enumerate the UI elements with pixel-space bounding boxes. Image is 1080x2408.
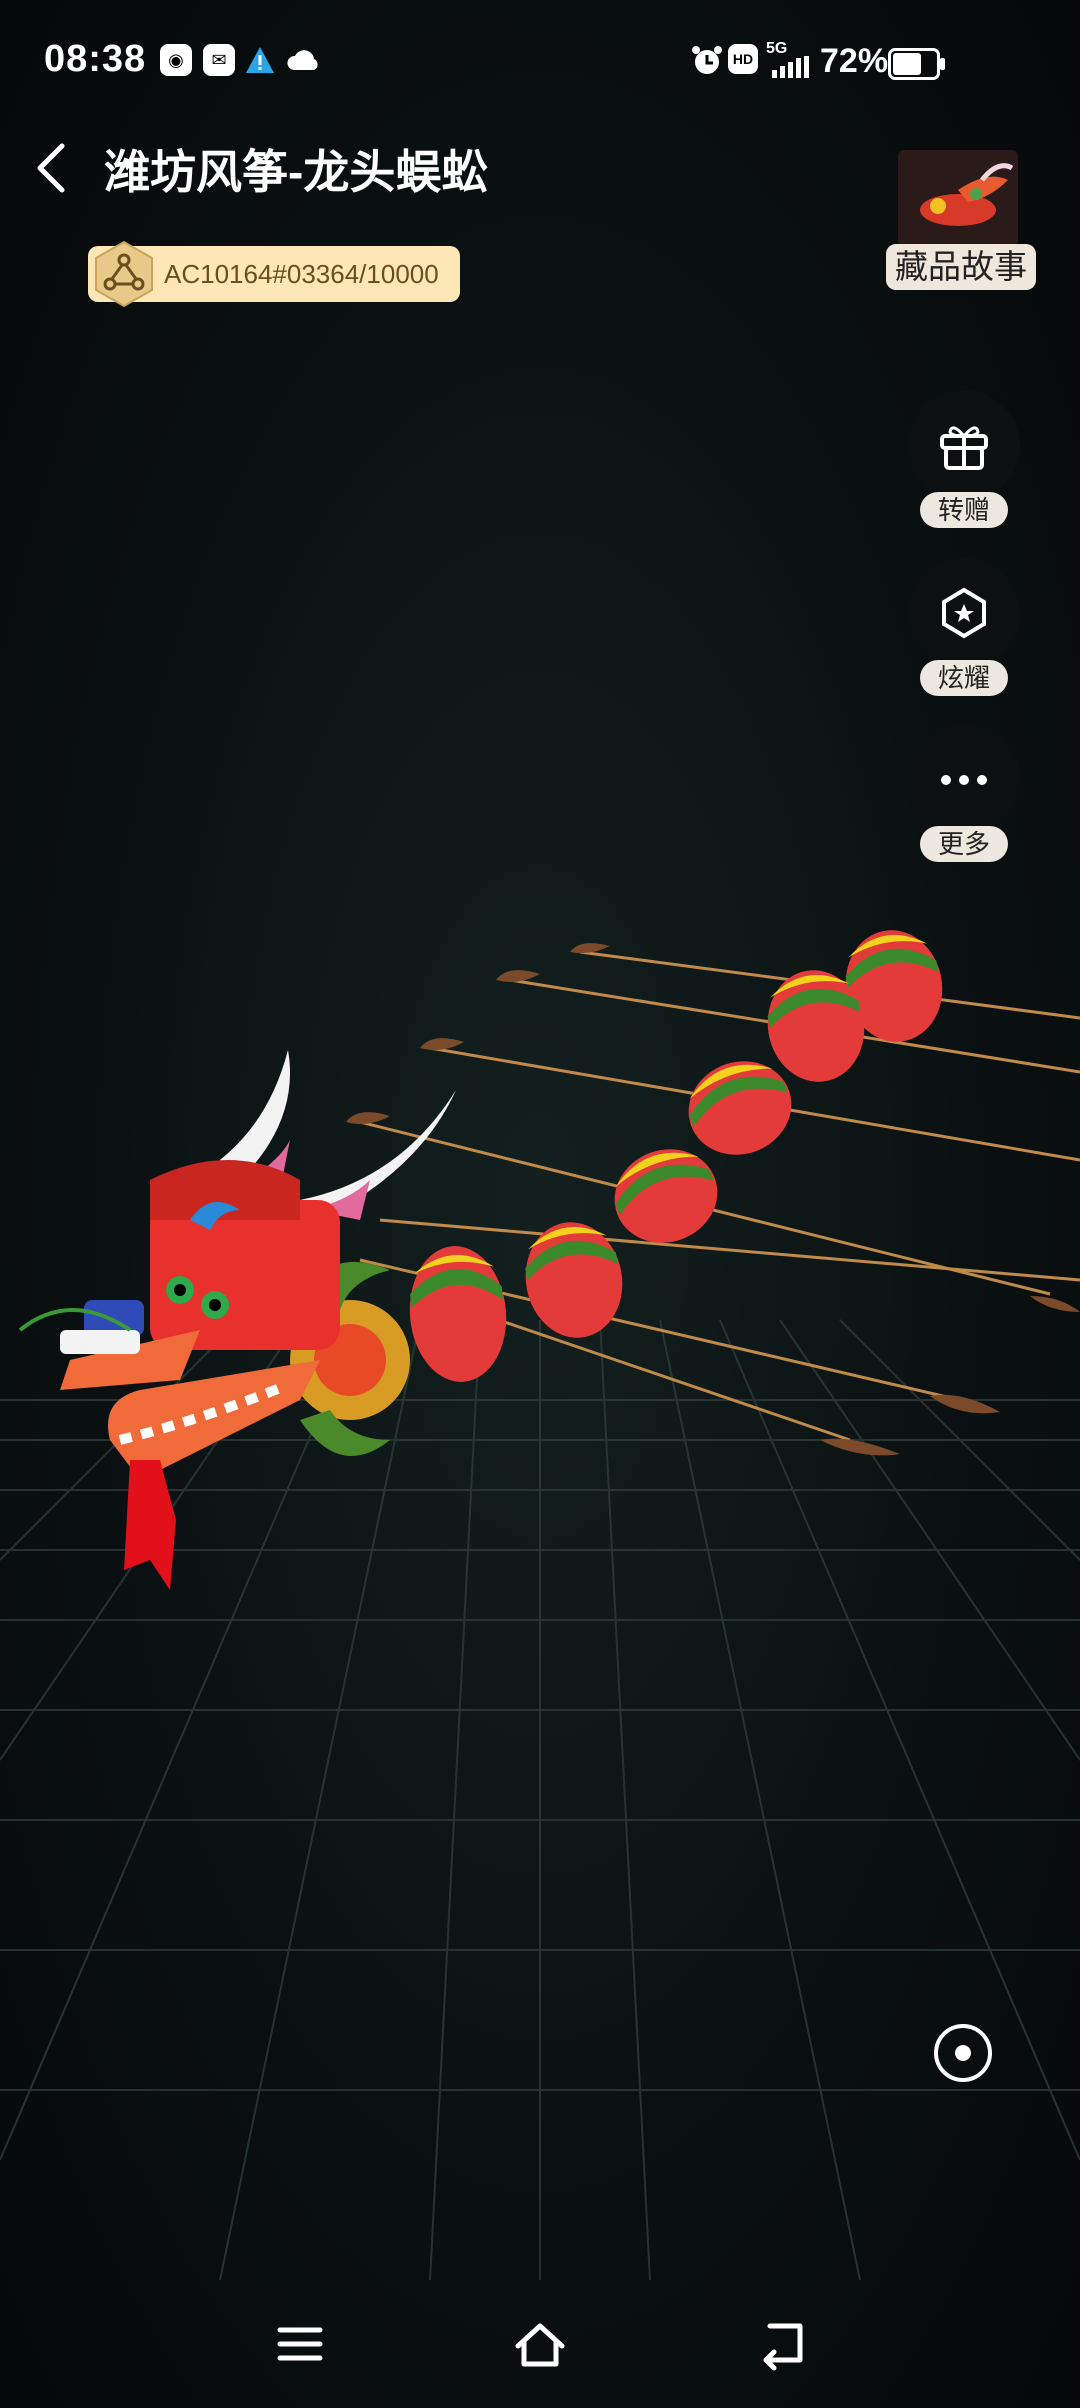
gift-button[interactable] — [908, 390, 1020, 502]
battery-icon — [888, 48, 945, 80]
kite-3d-viewer[interactable] — [0, 560, 1080, 2281]
home-nav-button[interactable] — [512, 2316, 568, 2372]
chevron-left-icon — [37, 143, 65, 193]
menu-nav-button[interactable] — [272, 2316, 328, 2372]
alarm-icon — [690, 44, 724, 78]
battery-percent: 72% — [820, 42, 889, 80]
story-thumbnail[interactable] — [898, 150, 1018, 246]
alert-icon — [244, 44, 276, 76]
status-time: 08:38 — [44, 38, 147, 80]
serial-text: AC10164#03364/10000 — [164, 258, 439, 289]
hex-network-icon — [88, 238, 160, 310]
gift-icon — [940, 426, 988, 470]
locate-button[interactable] — [932, 2022, 994, 2084]
cloud-icon — [286, 44, 322, 76]
signal-icon: 5G — [766, 40, 812, 78]
home-icon — [515, 2323, 565, 2367]
back-nav-button[interactable] — [754, 2316, 810, 2372]
story-button[interactable]: 藏品故事 — [886, 244, 1036, 290]
menu-icon — [277, 2327, 323, 2361]
back-icon — [763, 2323, 803, 2371]
gift-label[interactable]: 转赠 — [920, 492, 1008, 528]
back-button[interactable] — [26, 136, 86, 196]
hd-icon: HD — [728, 44, 758, 74]
page-title: 潍坊风筝-龙头蜈蚣 — [104, 146, 488, 198]
qq-icon: ◉ — [160, 44, 192, 76]
message-icon: ✉ — [203, 44, 235, 76]
locate-icon — [934, 2024, 992, 2082]
status-bar: 08:38 ◉ ✉ HD 5G 72% — [0, 0, 1080, 120]
